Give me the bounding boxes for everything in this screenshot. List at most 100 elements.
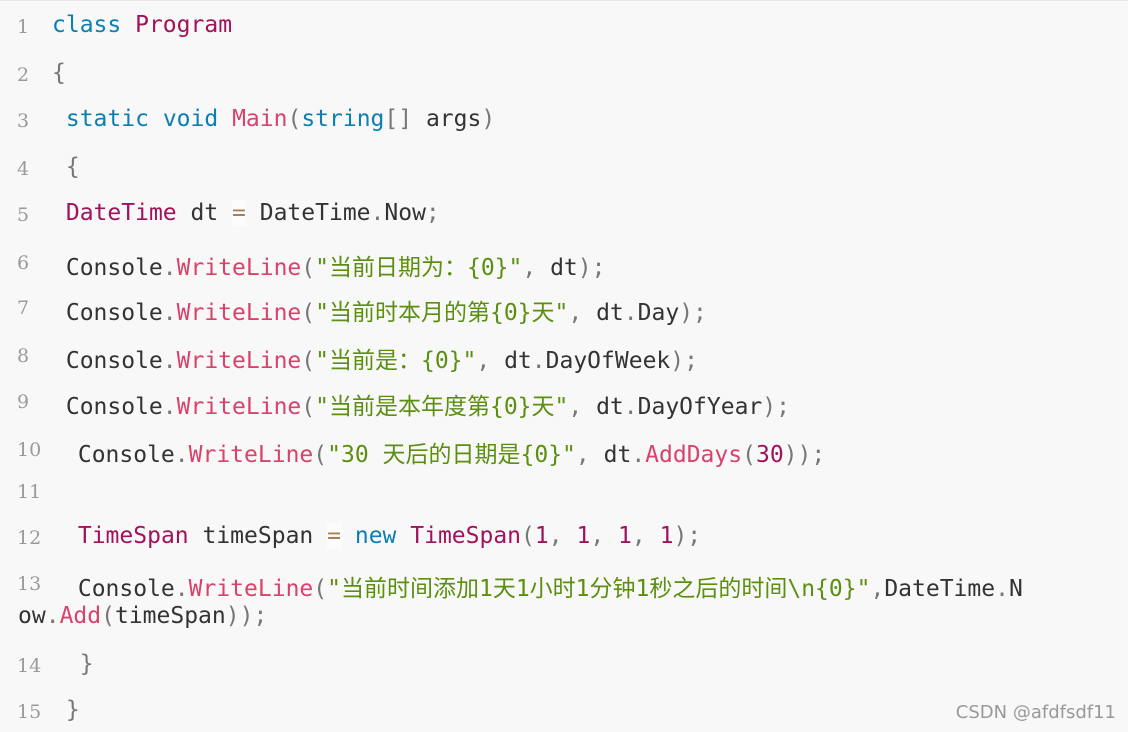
code-token: Day [637, 300, 680, 326]
line-number: 15 [17, 701, 42, 723]
line-number: 2 [17, 64, 30, 86]
code-token: "当前时本月的第{0}天" [315, 300, 569, 326]
code-token: ; [425, 200, 440, 226]
code-token: void [162, 106, 219, 132]
code-token: ); [762, 394, 790, 420]
code-token: . [531, 348, 546, 374]
code-token: . [370, 200, 385, 226]
code-token: WriteLine [176, 300, 302, 326]
code-token: . [623, 300, 638, 326]
code-token: DateTime [245, 200, 371, 226]
code-text: } [52, 651, 94, 677]
line-number: 7 [17, 297, 30, 319]
code-text: { [52, 154, 80, 180]
line-number: 9 [17, 391, 30, 413]
code-token: ); [670, 348, 698, 374]
code-token: static [65, 106, 149, 132]
code-token: Console [64, 442, 175, 468]
code-token: N [1008, 576, 1023, 602]
code-token: Console [52, 300, 163, 326]
code-token: WriteLine [176, 348, 302, 374]
code-token: ) [481, 106, 496, 132]
code-text: Console.WriteLine("当前日期为：{0}", dt); [52, 248, 606, 282]
code-token: )); [225, 603, 268, 629]
code-token: ( [521, 523, 535, 549]
code-token: , [568, 394, 583, 420]
line-number: 6 [17, 252, 30, 274]
code-token: WriteLine [176, 394, 302, 420]
code-token: args [412, 106, 482, 132]
code-token: WriteLine [188, 576, 314, 602]
line-number: 12 [17, 527, 42, 549]
code-token: . [631, 442, 646, 468]
code-token: ow [18, 603, 46, 629]
code-text: class Program [52, 12, 232, 38]
code-token: Program [135, 12, 233, 38]
code-text: Console.WriteLine("当前时本月的第{0}天", dt.Day)… [52, 293, 707, 327]
code-token: dt [589, 442, 632, 468]
code-token: ( [301, 255, 316, 281]
code-token: WriteLine [188, 442, 314, 468]
code-token: class [52, 12, 122, 38]
code-token: AddDays [645, 442, 743, 468]
watermark: CSDN @afdfsdf11 [955, 702, 1116, 723]
code-token: "当前日期为：{0}" [315, 255, 523, 281]
line-number: 1 [17, 16, 30, 38]
code-token: dt [582, 394, 624, 420]
code-token: 1 [659, 523, 674, 549]
code-token: , [548, 523, 577, 549]
code-token: dt [490, 348, 532, 374]
code-token: } [65, 697, 80, 723]
code-token: , [631, 523, 660, 549]
code-block: 1 class Program 2 {3 static void Main(strin… [0, 0, 1128, 732]
code-token: ); [577, 255, 606, 281]
code-token: ( [101, 603, 115, 629]
code-token: . [174, 442, 189, 468]
code-text: Console.WriteLine("30 天后的日期是{0}", dt.Add… [64, 435, 825, 469]
code-token: "当前是：{0}" [315, 348, 477, 374]
code-token: ( [313, 576, 328, 602]
code-token: timeSpan [114, 603, 226, 629]
code-text: Console.WriteLine("当前是：{0}", dt.DayOfWee… [52, 341, 698, 375]
code-token: [] [384, 106, 413, 132]
code-token: Console [64, 576, 175, 602]
code-token: DayOfYear [637, 394, 763, 420]
code-token: TimeSpan [77, 523, 189, 549]
code-token: . [45, 603, 60, 629]
code-text: TimeSpan timeSpan = new TimeSpan(1, 1, 1… [64, 523, 701, 549]
line-number: 10 [17, 439, 42, 461]
code-token: . [162, 348, 177, 374]
code-token: { [65, 154, 80, 180]
code-text: static void Main(string[] args) [52, 106, 495, 132]
code-token: 1 [618, 523, 632, 549]
code-token: ); [673, 523, 702, 549]
code-token: { [52, 60, 66, 86]
code-token: TimeSpan [410, 523, 522, 549]
line-number: 13 [17, 573, 42, 595]
code-token: ( [287, 106, 302, 132]
code-token: Add [59, 603, 102, 629]
code-token: "当前是本年度第{0}天" [315, 394, 569, 420]
code-token: )); [783, 442, 826, 468]
code-text: DateTime dt = DateTime.Now; [52, 200, 440, 226]
code-token: ( [301, 348, 316, 374]
code-text: } [52, 697, 80, 723]
code-token: Console [52, 255, 163, 281]
line-number: 11 [17, 481, 42, 503]
code-token: DateTime [884, 576, 996, 602]
code-token: dt [176, 200, 233, 226]
line-number: 3 [17, 110, 30, 132]
line-number: 4 [17, 158, 30, 180]
code-token: "当前时间添加1天1小时1分钟1秒之后的时间\n{0}" [327, 576, 871, 602]
code-token: 30 [755, 442, 784, 468]
